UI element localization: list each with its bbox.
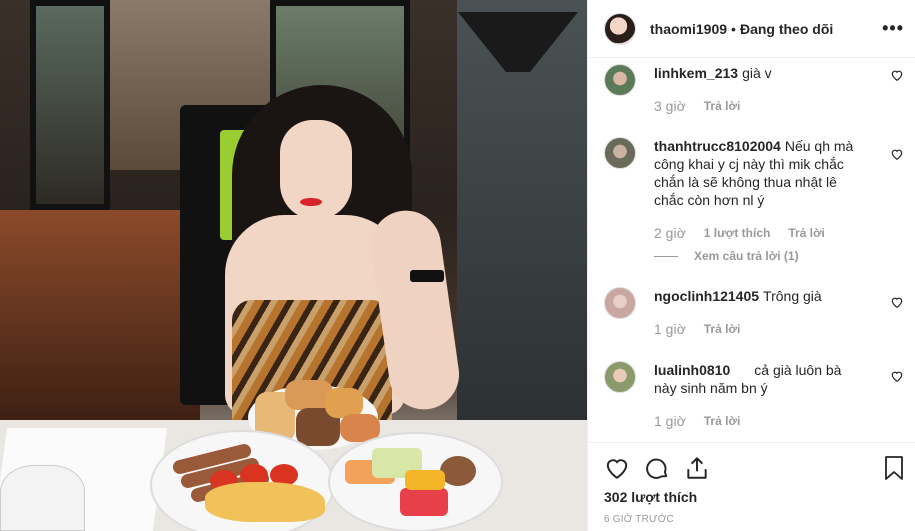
comment-item: ngoclinh121405 Trông già 1 giờ Trả lời [604,287,904,347]
comment-body: già v [742,65,772,81]
photo-person-lips [300,198,322,206]
comment-text-block: ngoclinh121405 Trông già [654,287,874,305]
comment-age: 1 giờ [654,413,686,429]
commenter-avatar[interactable] [604,361,636,393]
view-replies-label: Xem câu trả lời (1) [694,249,799,263]
comment-item: linhkem_213 già v 3 giờ Trả lời [604,64,904,124]
commenter-avatar[interactable] [604,137,636,169]
comment-like-heart-icon[interactable] [890,68,904,82]
comment-like-heart-icon[interactable] [890,147,904,161]
header-separator: • [731,20,736,37]
following-button[interactable]: Đang theo dõi [740,21,833,37]
comment-meta: 1 giờ Trả lời [654,413,758,429]
comment-age: 2 giờ [654,225,686,241]
reply-button[interactable]: Trả lời [704,99,741,113]
bookmark-icon[interactable] [882,455,906,481]
comment-text-block: linhkem_213 già v [654,64,874,82]
comment-likes[interactable]: 1 lượt thích [704,226,771,240]
comment-text-block: lualinh0810 cả già luôn bà này sinh năm b… [654,361,854,397]
comment-item: lualinh0810 cả già luôn bà này sinh năm b… [604,361,904,441]
commenter-username[interactable]: ngoclinh121405 [654,288,759,304]
likes-count[interactable]: 302 lượt thích [604,489,697,505]
comments-list[interactable]: linhkem_213 già v 3 giờ Trả lời thanhtruc… [588,58,915,442]
commenter-username[interactable]: lualinh0810 [654,362,730,378]
comment-meta: 1 giờ Trả lời [654,321,758,337]
author-username[interactable]: thaomi1909 [650,21,727,37]
instagram-post-viewer: thaomi1909 • Đang theo dõi ••• linhkem_2… [0,0,915,531]
heart-icon[interactable] [604,455,630,481]
comment-age: 3 giờ [654,98,686,114]
reply-button[interactable]: Trả lời [704,414,741,428]
photo-fruit [400,488,448,516]
comment-age: 1 giờ [654,321,686,337]
post-timestamp[interactable]: 6 GIỜ TRƯỚC [604,514,674,525]
comment-body: Trông già [763,288,822,304]
commenter-avatar[interactable] [604,287,636,319]
comment-item: thanhtrucc8102004 Nếu qh mà công khai y c… [604,137,904,267]
post-photo[interactable] [0,0,587,531]
comment-meta: 2 giờ 1 lượt thích Trả lời [654,225,843,241]
commenter-avatar[interactable] [604,64,636,96]
post-side-panel: thaomi1909 • Đang theo dõi ••• linhkem_2… [587,0,915,531]
share-icon[interactable] [684,455,710,481]
comment-icon[interactable] [644,455,670,481]
photo-omelette [205,482,325,522]
comment-like-heart-icon[interactable] [890,369,904,383]
reply-button[interactable]: Trả lời [704,322,741,336]
commenter-username[interactable]: thanhtrucc8102004 [654,138,781,154]
photo-fruit [405,470,445,490]
view-replies-line [654,255,678,257]
post-header: thaomi1909 • Đang theo dõi ••• [588,0,915,58]
comment-text-block: thanhtrucc8102004 Nếu qh mà công khai y c… [654,137,864,209]
post-actions-bar: 302 lượt thích 6 GIỜ TRƯỚC [588,442,915,531]
more-options-icon[interactable]: ••• [882,18,904,39]
view-replies-button[interactable]: Xem câu trả lời (1) [654,249,799,263]
photo-watch [410,270,444,282]
action-icons [604,455,724,481]
reply-button[interactable]: Trả lời [788,226,825,240]
author-avatar[interactable] [604,12,636,45]
photo-floor [0,210,200,430]
comment-meta: 3 giờ Trả lời [654,98,758,114]
commenter-username[interactable]: linhkem_213 [654,65,738,81]
photo-cup [0,465,85,531]
photo-fruit [440,456,476,486]
comment-like-heart-icon[interactable] [890,295,904,309]
photo-background-window [30,0,110,210]
